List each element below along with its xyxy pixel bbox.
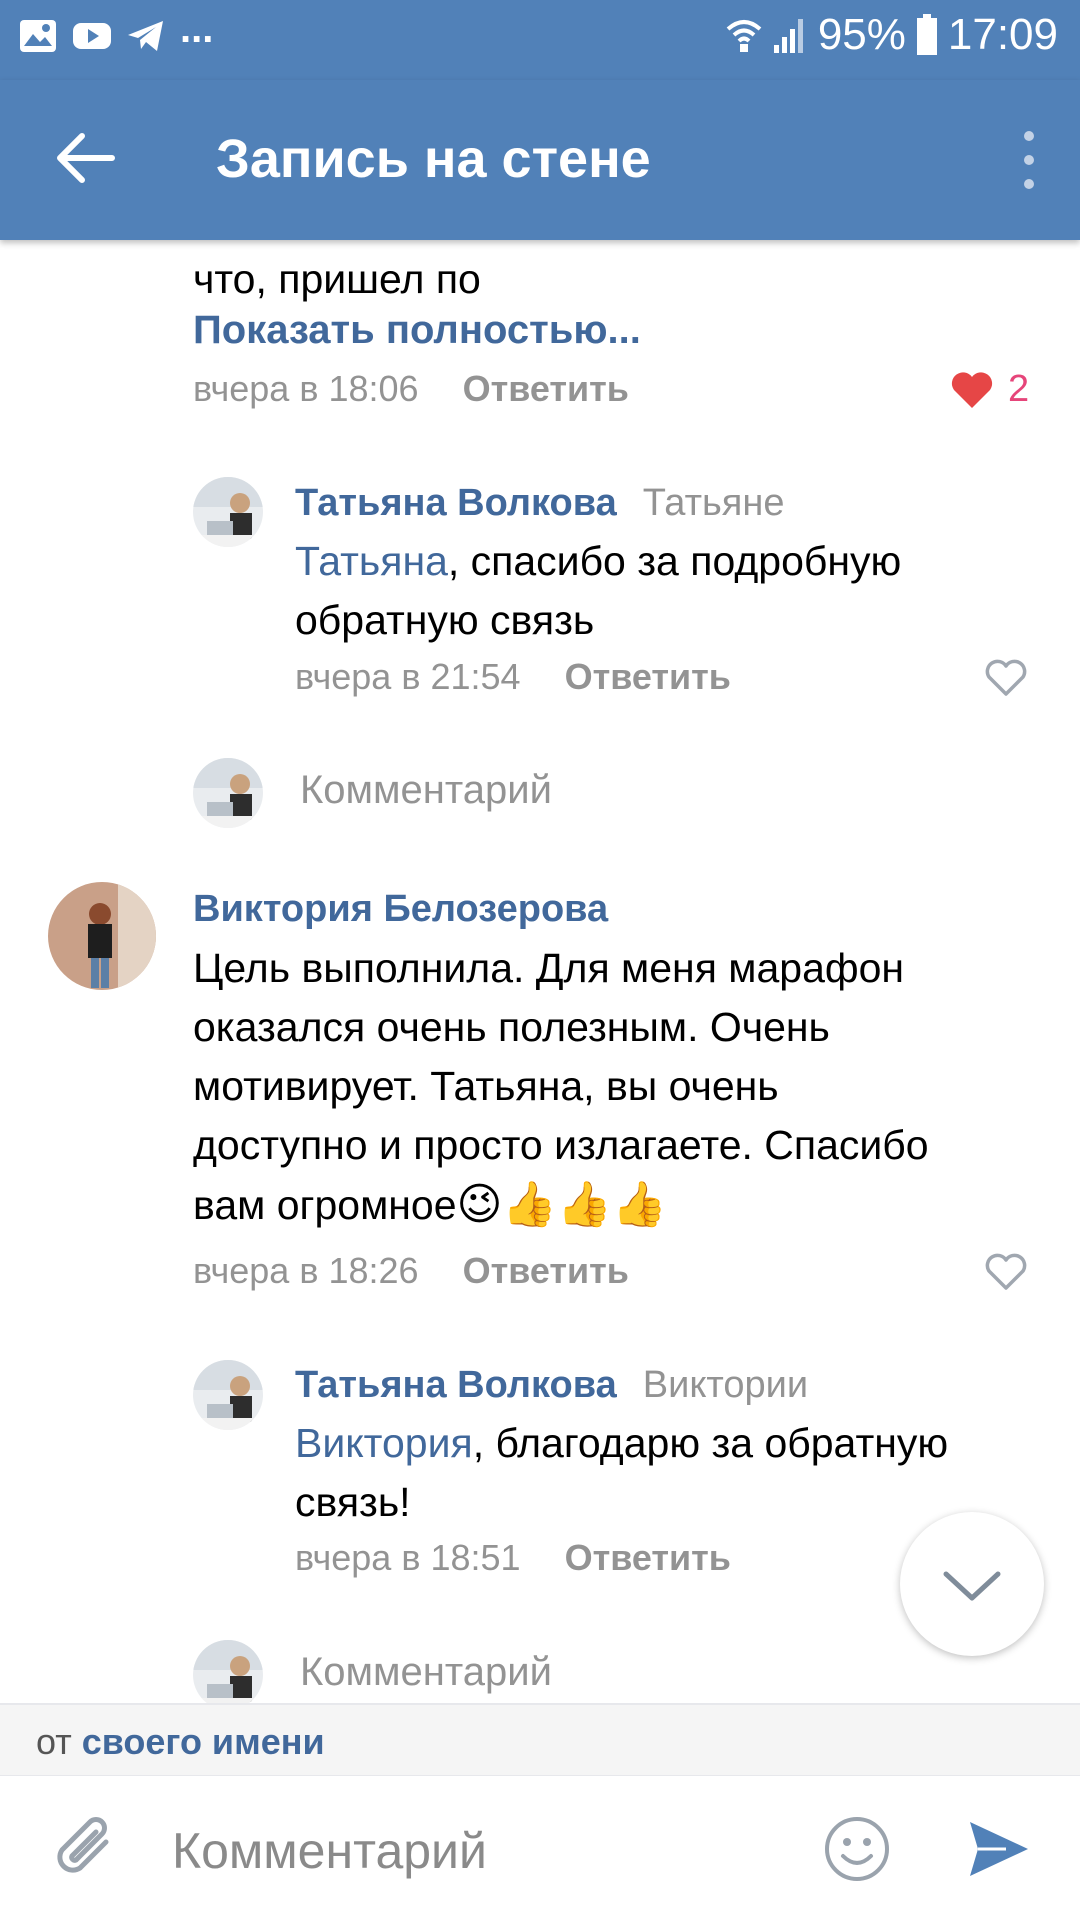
comments-list: что, пришел по Показать полностью... вче… [0,240,1080,1703]
comment-author[interactable]: Виктория Белозерова [193,888,608,931]
comment-addressee[interactable]: Татьяне [643,482,785,524]
heart-outline-icon[interactable] [984,1252,1028,1292]
avatar-image [193,477,263,547]
mention-link[interactable]: Виктория [295,1420,473,1466]
comment-text-tail: что, пришел по [193,256,481,302]
comment-text-line: Цель выполнила. Для меня марафон [193,945,905,991]
reply-button[interactable]: Ответить [565,656,731,697]
comment-meta: вчера в 18:51 Ответить [295,1537,731,1579]
comment-text-line: , спасибо за подробную [447,538,902,584]
comment-text-line: доступно и просто излагаете. Спасибо [193,1122,929,1168]
avatar-image [193,1640,263,1703]
reply-prompt[interactable]: Комментарий [300,1650,552,1695]
avatar-image [193,1360,263,1430]
comment-text-line: , благодарю за обратную [472,1420,949,1466]
avatar-image [193,758,263,828]
signal-icon [773,19,803,53]
comment-time: вчера в 18:51 [295,1537,521,1578]
author-name[interactable]: Татьяна Волкова [295,482,617,524]
avatar[interactable] [193,1360,263,1430]
show-more-link[interactable]: Показать полностью... [193,308,641,353]
chevron-down-icon [943,1571,1001,1601]
clock: 17:09 [947,10,1058,59]
more-notifications: ... [180,6,214,51]
status-bar: ... 95% 17:09 [0,0,1080,80]
comment-author[interactable]: Татьяна Волкова Виктории [295,1364,808,1407]
heart-outline-icon[interactable] [984,658,1028,698]
comment-author[interactable]: Татьяна Волкова Татьяне [295,482,784,525]
avatar[interactable] [48,882,156,990]
post-as-selector[interactable]: от своего имени [0,1703,1080,1775]
status-right: 95% 17:09 [726,10,1058,60]
comment-composer: Комментарий [0,1775,1080,1921]
avatar [193,758,263,828]
battery-icon [916,14,937,55]
more-vertical-icon[interactable] [1014,128,1044,192]
reply-button[interactable]: Ответить [463,368,629,409]
reply-button[interactable]: Ответить [565,1537,731,1578]
youtube-icon [73,23,111,49]
avatar [193,1640,263,1703]
paperclip-icon[interactable] [50,1812,120,1886]
comment-text: Виктория, благодарю за обратную [295,1414,948,1473]
comment-input[interactable]: Комментарий [172,1822,487,1880]
smiley-icon[interactable] [822,1814,892,1884]
wifi-icon [726,20,762,52]
page-title: Запись на стене [216,129,651,189]
scroll-down-button[interactable] [900,1512,1044,1656]
comment-text-line: мотивирует. Татьяна, вы очень [193,1063,779,1109]
comment-time: вчера в 21:54 [295,656,521,697]
telegram-icon [128,21,163,51]
post-as-name[interactable]: своего имени [82,1721,325,1762]
comment-meta: вчера в 18:06 Ответить [193,368,629,410]
post-as-label: от своего имени [36,1721,325,1763]
heart-filled-icon[interactable] [950,370,994,410]
comment-meta: вчера в 21:54 Ответить [295,656,731,698]
avatar[interactable] [193,477,263,547]
comment-text: Татьяна, спасибо за подробную [295,532,901,591]
comment-text-line: связь! [295,1479,411,1525]
comment-meta: вчера в 18:26 Ответить [193,1250,629,1292]
notification-icons: ... [18,7,213,54]
image-icon [20,20,56,52]
comment-time: вчера в 18:06 [193,368,419,409]
comment-time: вчера в 18:26 [193,1250,419,1291]
arrow-left-icon[interactable] [50,128,120,188]
app-bar: Запись на стене [0,80,1080,240]
comment-addressee[interactable]: Виктории [643,1364,808,1406]
reply-button[interactable]: Ответить [463,1250,629,1291]
comment-text-end: вам огромное [193,1182,457,1228]
comment-text-line: вам огромное😉👍👍👍 [193,1175,667,1235]
mention-link[interactable]: Татьяна [295,538,448,584]
reply-prompt[interactable]: Комментарий [300,768,552,813]
author-name[interactable]: Татьяна Волкова [295,1364,617,1406]
comment-text-line: обратную связь [295,597,595,643]
like-count: 2 [1008,368,1030,410]
comment-text-line: оказался очень полезным. Очень [193,1004,830,1050]
post-as-prefix: от [36,1721,82,1762]
emoji-group: 😉👍👍👍 [456,1180,667,1229]
avatar-image [48,882,156,990]
send-icon[interactable] [966,1816,1032,1882]
battery-percent: 95% [817,10,906,59]
